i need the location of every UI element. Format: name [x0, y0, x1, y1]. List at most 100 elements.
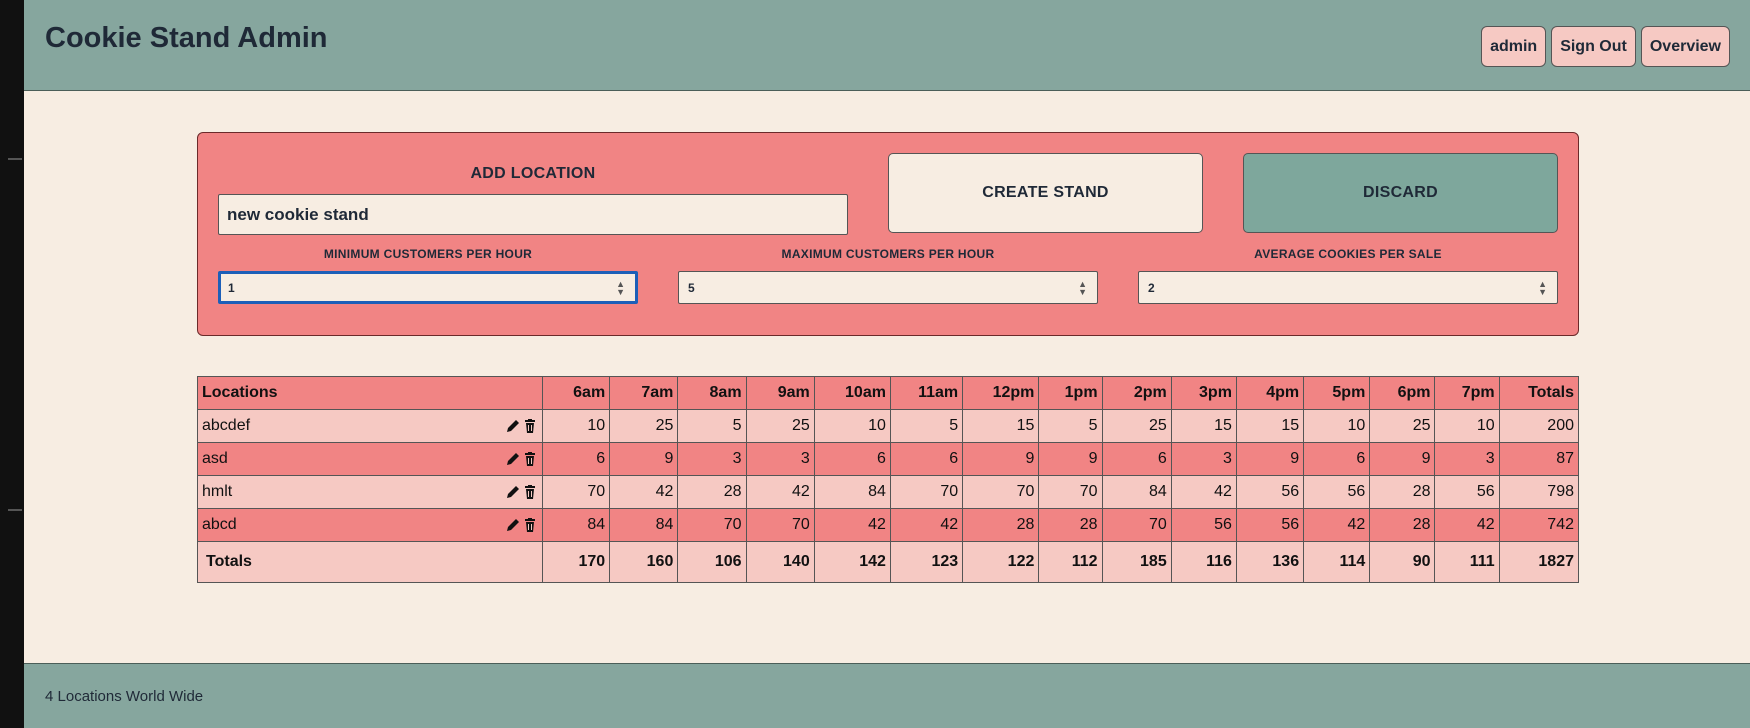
column-header: 11am — [889, 376, 964, 410]
sales-cell: 15 — [1235, 409, 1305, 443]
stepper-icon[interactable]: ▲ ▼ — [1538, 279, 1547, 296]
sales-cell: 70 — [1038, 475, 1103, 509]
column-header: 2pm — [1101, 376, 1172, 410]
discard-button[interactable]: DISCARD — [1243, 153, 1558, 233]
sales-cell: 42 — [889, 508, 964, 542]
sales-cell: 56 — [1434, 475, 1500, 509]
avg-cookies-input[interactable]: 2 ▲ ▼ — [1138, 271, 1558, 304]
sales-cell: 42 — [609, 475, 679, 509]
column-header: 8am — [677, 376, 747, 410]
sales-cell: 28 — [1369, 508, 1436, 542]
sales-cell: 10 — [1434, 409, 1500, 443]
max-customers-value: 5 — [688, 280, 695, 295]
create-stand-button[interactable]: CREATE STAND — [888, 153, 1203, 233]
column-header: Totals — [1498, 376, 1580, 410]
table-body: abcdef 10 25 5 25 10 5 15 5 25 15 15 10 25 10 200 asd 6 9 3… — [197, 409, 1580, 542]
column-header: 4pm — [1235, 376, 1305, 410]
sales-cell: 9 — [1038, 442, 1103, 476]
hour-total-cell: 170 — [541, 541, 611, 583]
hour-total-cell: 114 — [1303, 541, 1371, 583]
window-edge-marker — [8, 158, 22, 160]
sales-cell: 3 — [745, 442, 815, 476]
sales-cell: 5 — [677, 409, 747, 443]
row-total-cell: 798 — [1498, 475, 1580, 509]
location-cell: abcd — [197, 508, 543, 542]
location-cell: abcdef — [197, 409, 543, 443]
table-row: abcdef 10 25 5 25 10 5 15 5 25 15 15 10 25 10 200 — [197, 409, 1580, 443]
create-stand-form: ADD LOCATION CREATE STAND DISCARD MINIMU… — [197, 132, 1579, 336]
max-customers-input[interactable]: 5 ▲ ▼ — [678, 271, 1098, 304]
hour-total-cell: 185 — [1101, 541, 1172, 583]
edit-icon[interactable] — [505, 451, 521, 467]
sales-cell: 9 — [609, 442, 679, 476]
min-customers-label: MINIMUM CUSTOMERS PER HOUR — [323, 247, 533, 261]
row-actions — [505, 484, 538, 500]
sales-cell: 5 — [889, 409, 964, 443]
row-actions — [505, 451, 538, 467]
delete-icon[interactable] — [522, 451, 538, 467]
table-row: hmlt 70 42 28 42 84 70 70 70 84 42 56 56 28 56 798 — [197, 475, 1580, 509]
sales-cell: 25 — [609, 409, 679, 443]
edit-icon[interactable] — [505, 418, 521, 434]
hour-total-cell: 122 — [962, 541, 1040, 583]
overview-button[interactable]: Overview — [1640, 26, 1730, 67]
add-location-label: ADD LOCATION — [470, 165, 596, 182]
totals-row: Totals 170 160 106 140 142 123 122 112 185 116 136 1… — [197, 541, 1580, 583]
stepper-icon[interactable]: ▲ ▼ — [616, 279, 625, 296]
hour-total-cell: 106 — [677, 541, 747, 583]
column-header: 7pm — [1434, 376, 1500, 410]
locations-header: Locations — [197, 376, 543, 410]
row-total-cell: 742 — [1498, 508, 1580, 542]
delete-icon[interactable] — [522, 517, 538, 533]
column-header: 12pm — [962, 376, 1040, 410]
app-frame: Cookie Stand Admin admin Sign Out Overvi… — [24, 0, 1750, 728]
location-cell: asd — [197, 442, 543, 476]
hour-total-cell: 116 — [1170, 541, 1237, 583]
sales-cell: 10 — [1303, 409, 1371, 443]
sales-cell: 42 — [1303, 508, 1371, 542]
sales-cell: 6 — [541, 442, 611, 476]
table-row: asd 6 9 3 3 6 6 9 9 6 3 9 6 9 3 87 — [197, 442, 1580, 476]
hour-total-cell: 112 — [1038, 541, 1103, 583]
sales-cell: 56 — [1303, 475, 1371, 509]
sales-cell: 3 — [1434, 442, 1500, 476]
stepper-icon[interactable]: ▲ ▼ — [1078, 279, 1087, 296]
sales-cell: 15 — [1170, 409, 1237, 443]
location-name: abcdef — [202, 417, 251, 434]
sales-cell: 42 — [745, 475, 815, 509]
hour-total-cell: 142 — [813, 541, 891, 583]
sales-cell: 70 — [1101, 508, 1172, 542]
min-customers-input[interactable]: 1 ▲ ▼ — [218, 271, 638, 304]
sales-cell: 70 — [677, 508, 747, 542]
sales-cell: 6 — [1303, 442, 1371, 476]
sales-cell: 9 — [1235, 442, 1305, 476]
sales-cell: 84 — [1101, 475, 1172, 509]
hour-total-cell: 140 — [745, 541, 815, 583]
header-nav: admin Sign Out Overview — [1481, 26, 1730, 67]
location-name: abcd — [202, 516, 237, 533]
sales-cell: 15 — [962, 409, 1040, 443]
edit-icon[interactable] — [505, 517, 521, 533]
delete-icon[interactable] — [522, 484, 538, 500]
location-cell: hmlt — [197, 475, 543, 509]
sales-cell: 84 — [541, 508, 611, 542]
sales-cell: 6 — [1101, 442, 1172, 476]
sales-cell: 10 — [813, 409, 891, 443]
location-input[interactable] — [218, 194, 848, 235]
sales-cell: 3 — [677, 442, 747, 476]
delete-icon[interactable] — [522, 418, 538, 434]
grand-total-cell: 1827 — [1498, 541, 1580, 583]
edit-icon[interactable] — [505, 484, 521, 500]
location-name: asd — [202, 450, 228, 467]
sales-table: Locations 6am 7am 8am 9am 10am 11am 12pm 1pm 2pm 3… — [197, 376, 1580, 583]
sales-cell: 70 — [745, 508, 815, 542]
admin-button[interactable]: admin — [1481, 26, 1547, 67]
sales-cell: 25 — [745, 409, 815, 443]
column-header: 10am — [813, 376, 891, 410]
sales-cell: 28 — [1038, 508, 1103, 542]
sales-cell: 9 — [1369, 442, 1436, 476]
sales-cell: 25 — [1369, 409, 1436, 443]
sales-cell: 42 — [1434, 508, 1500, 542]
main-content: ADD LOCATION CREATE STAND DISCARD MINIMU… — [24, 91, 1750, 663]
sign-out-button[interactable]: Sign Out — [1551, 26, 1636, 67]
